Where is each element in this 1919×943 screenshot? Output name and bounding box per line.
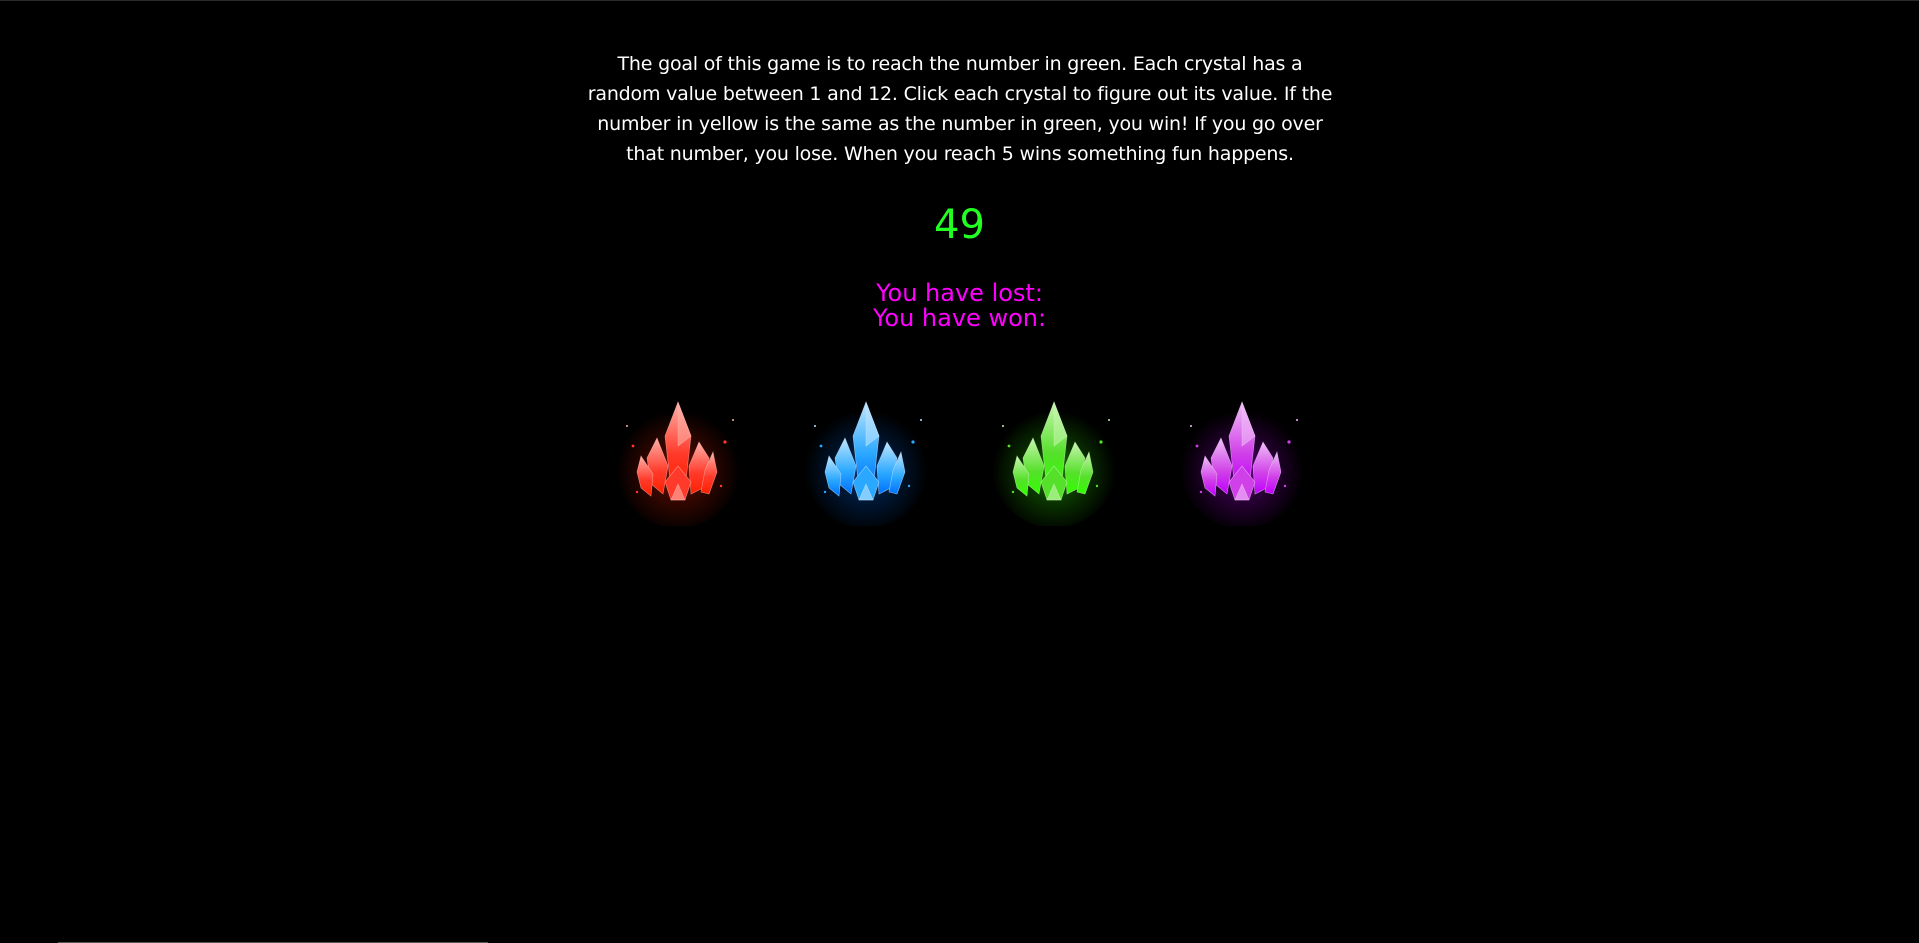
blue-crystal-icon	[804, 401, 928, 526]
wins-label: You have won:	[872, 304, 1047, 332]
game-page: The goal of this game is to reach the nu…	[0, 0, 1919, 943]
green-crystal-icon	[992, 401, 1116, 526]
purple-crystal-icon	[1180, 401, 1304, 526]
green-crystal-button[interactable]	[989, 396, 1119, 526]
blue-crystal-button[interactable]	[801, 396, 931, 526]
purple-crystal-button[interactable]	[1177, 396, 1307, 526]
red-crystal-button[interactable]	[613, 396, 743, 526]
game-instructions: The goal of this game is to reach the nu…	[587, 53, 1333, 165]
red-crystal-icon	[616, 401, 740, 526]
crystal-row	[0, 396, 1919, 526]
score-panel: You have lost: You have won:	[0, 281, 1919, 331]
losses-label: You have lost:	[876, 279, 1043, 307]
target-number: 49	[934, 202, 985, 248]
